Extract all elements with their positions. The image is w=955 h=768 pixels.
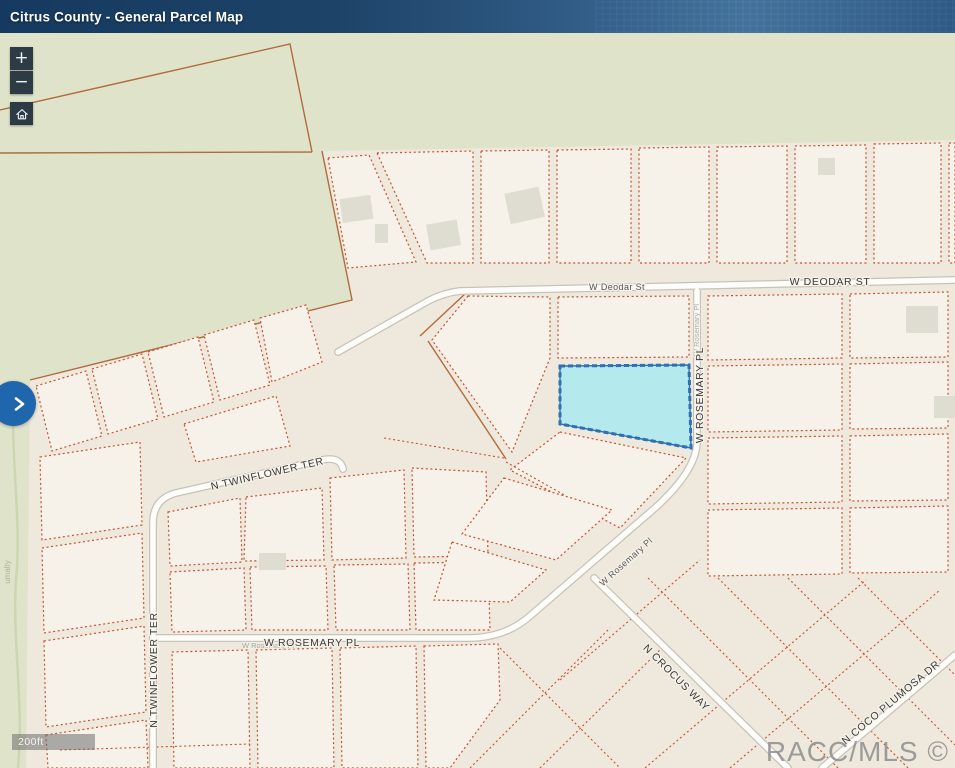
parcel[interactable] bbox=[708, 364, 842, 432]
chevron-right-icon bbox=[9, 394, 29, 414]
parcel[interactable] bbox=[717, 146, 787, 263]
parcel[interactable] bbox=[250, 566, 328, 630]
parcel[interactable] bbox=[330, 470, 406, 560]
parcel[interactable] bbox=[558, 296, 689, 358]
parcel[interactable] bbox=[850, 506, 948, 573]
app-window: W Deodar St W DEODAR ST W Rosemary Pl W … bbox=[0, 0, 955, 768]
parcel[interactable] bbox=[170, 568, 246, 632]
home-icon bbox=[14, 106, 30, 122]
parcel[interactable] bbox=[40, 442, 142, 540]
map-canvas[interactable]: W Deodar St W DEODAR ST W Rosemary Pl W … bbox=[0, 0, 955, 768]
parcel[interactable] bbox=[340, 646, 418, 768]
street-label-deodar-small: W Deodar St bbox=[589, 282, 645, 292]
header-bar: Citrus County - General Parcel Map bbox=[0, 0, 955, 33]
zoom-in-button[interactable]: + bbox=[10, 47, 33, 70]
parcel[interactable] bbox=[42, 533, 144, 633]
parcel[interactable] bbox=[850, 434, 948, 501]
street-label-faint-left-trail: umalty bbox=[3, 560, 12, 584]
parcel[interactable] bbox=[874, 143, 941, 263]
parcel[interactable] bbox=[850, 362, 948, 429]
street-label-twinflower-vertical: N TWINFLOWER TER bbox=[148, 612, 160, 727]
parcel[interactable] bbox=[256, 648, 334, 768]
parcel[interactable] bbox=[949, 143, 955, 263]
parcel[interactable] bbox=[412, 468, 488, 557]
parcel[interactable] bbox=[44, 626, 146, 727]
street-label-rosemary-horizontal: W ROSEMARY PL bbox=[264, 637, 360, 649]
watermark: RACC/MLS © bbox=[766, 736, 949, 768]
parcel[interactable] bbox=[557, 149, 631, 263]
parcel[interactable] bbox=[639, 147, 709, 263]
scale-bar: 200ft bbox=[12, 734, 95, 750]
parcel[interactable] bbox=[708, 294, 842, 360]
street-label-rosemary-vertical: W ROSEMARY PL bbox=[694, 347, 706, 443]
street-label-deodar: W DEODAR ST bbox=[790, 276, 871, 288]
parcel[interactable] bbox=[708, 436, 842, 504]
page-title: Citrus County - General Parcel Map bbox=[10, 9, 243, 24]
home-button[interactable] bbox=[10, 102, 33, 125]
parcel[interactable] bbox=[172, 650, 250, 768]
zoom-out-button[interactable]: − bbox=[10, 71, 33, 94]
parcel[interactable] bbox=[708, 508, 842, 576]
parcel[interactable] bbox=[244, 488, 324, 561]
parcel[interactable] bbox=[334, 564, 410, 630]
